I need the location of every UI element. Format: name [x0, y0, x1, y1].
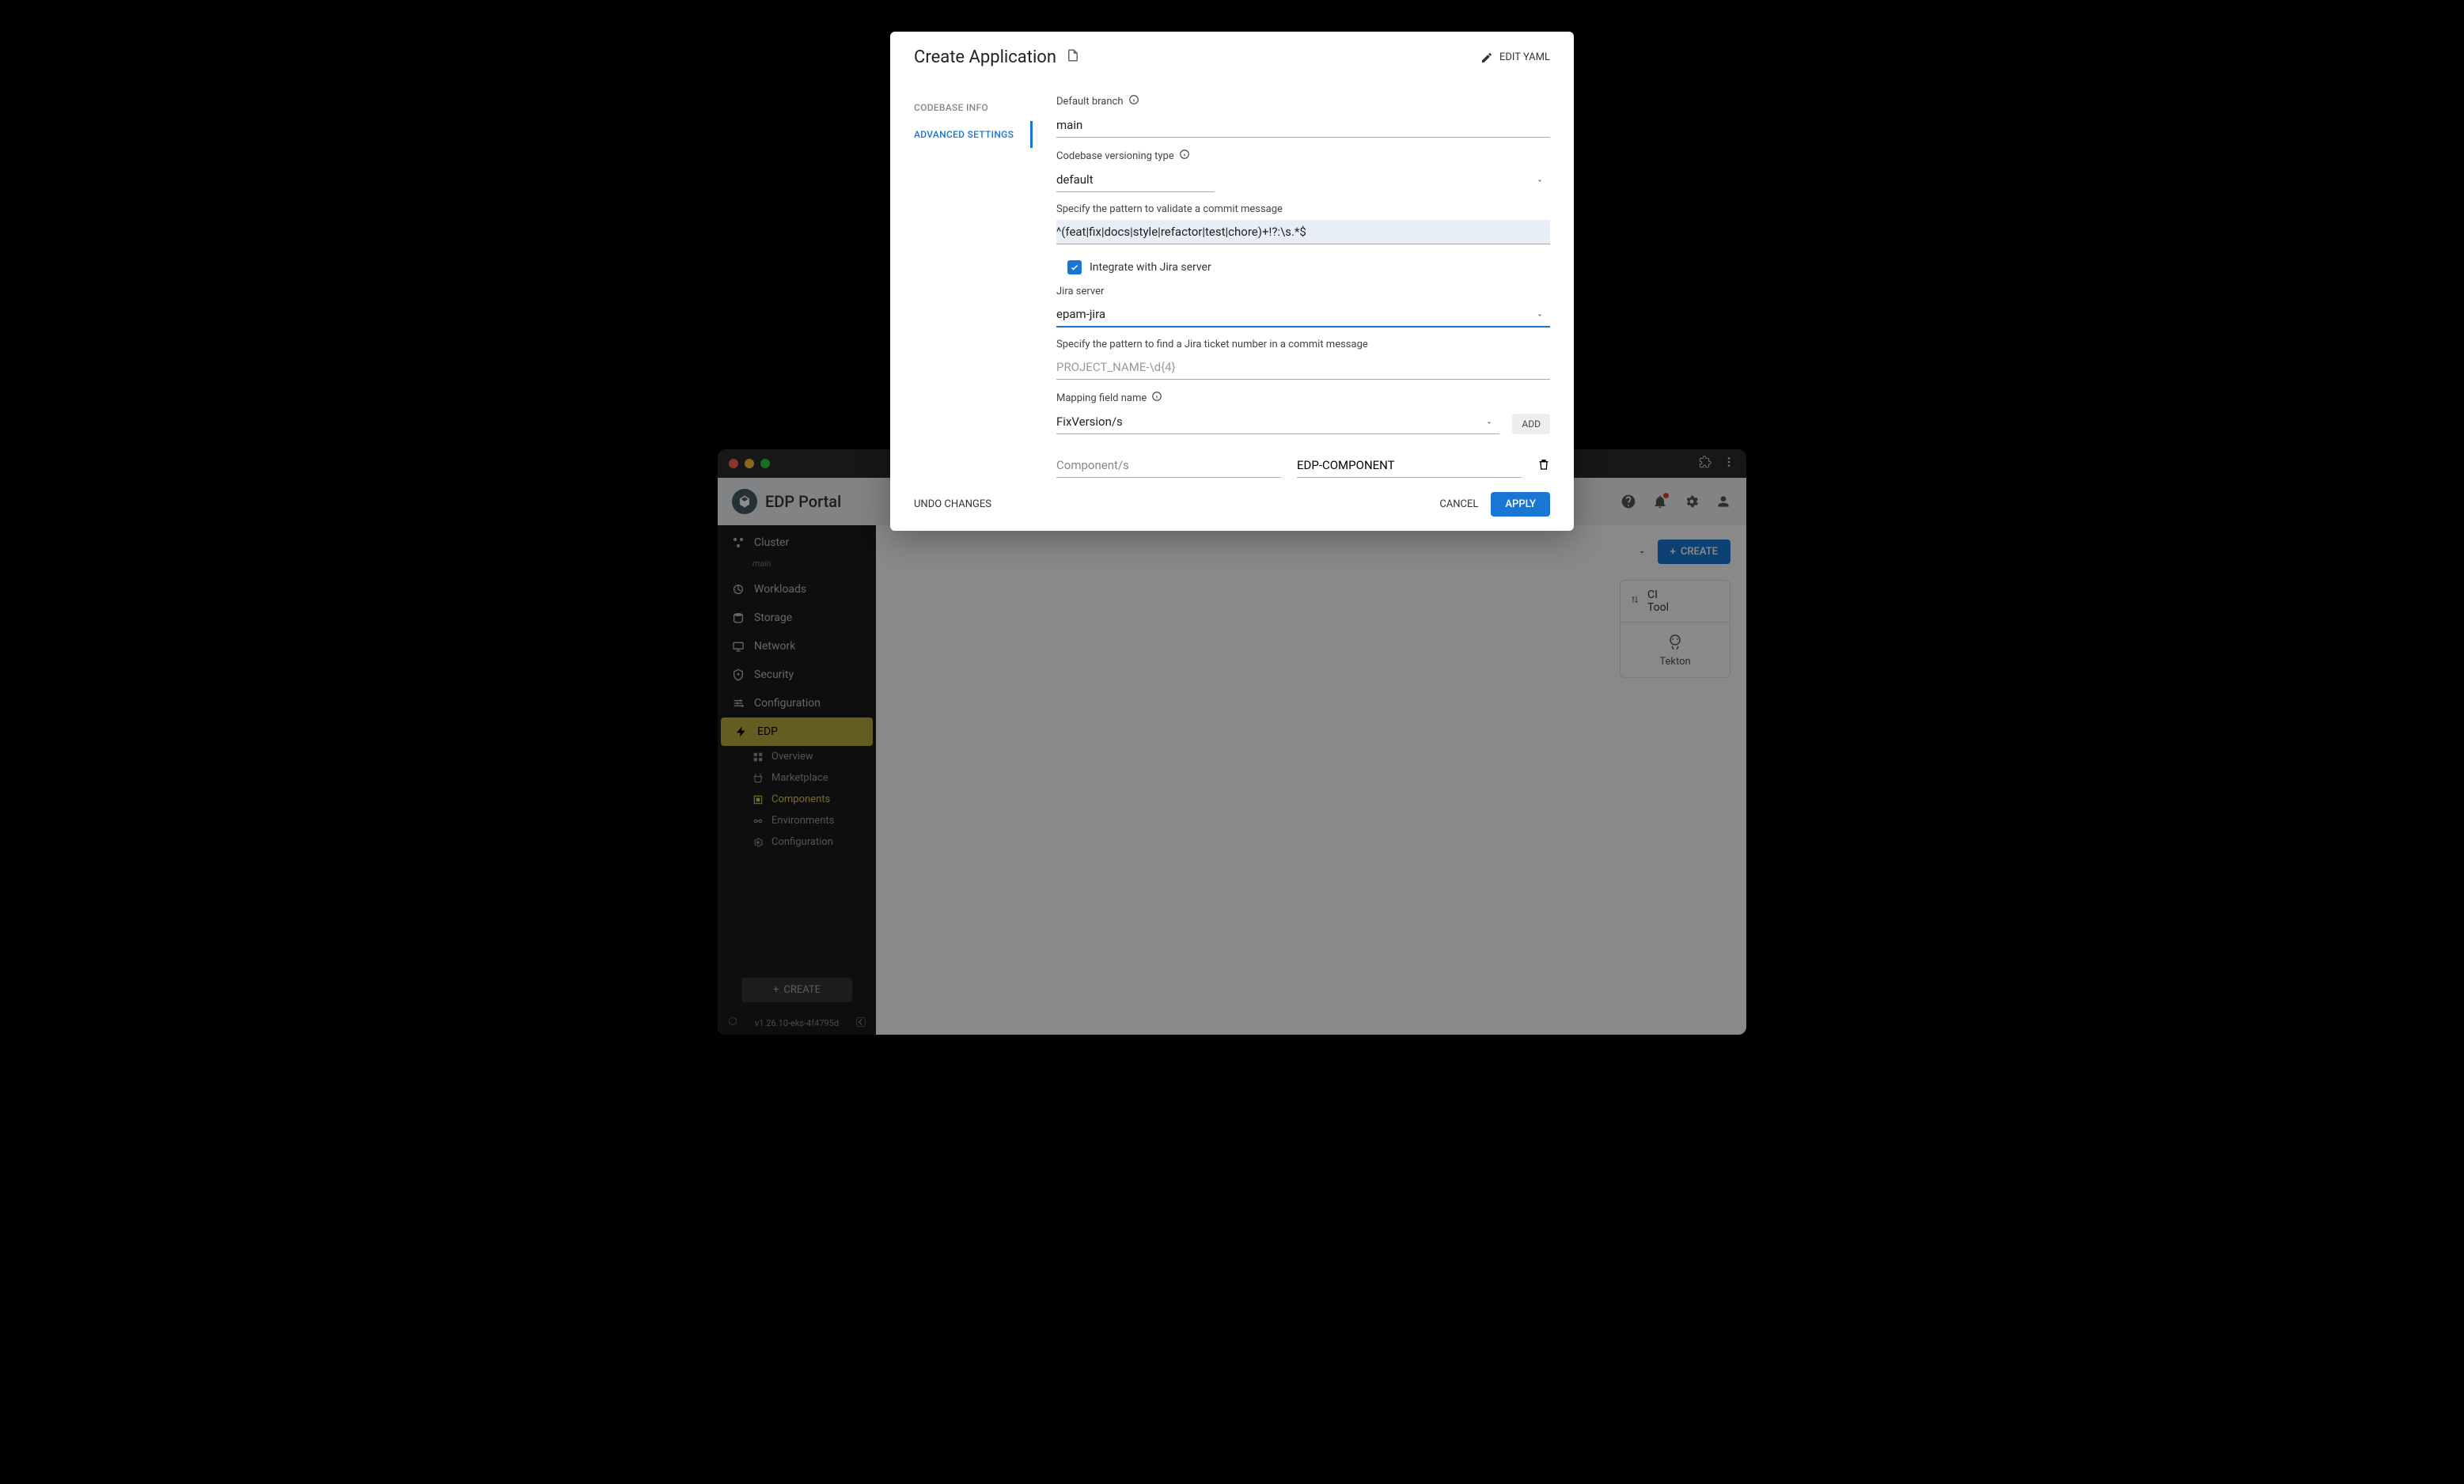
version-text: v1.26.10-eks-4f4795d	[755, 1018, 839, 1028]
sidebar-sub-label: Configuration	[771, 836, 833, 848]
sidebar-item-storage[interactable]: Storage	[718, 604, 876, 632]
undo-changes-button[interactable]: UNDO CHANGES	[914, 498, 991, 510]
help-icon[interactable]	[1620, 493, 1637, 510]
sidebar-sub-marketplace[interactable]: Marketplace	[718, 767, 876, 789]
ci-tool-card: CITool Tekton	[1620, 580, 1730, 678]
minimize-window[interactable]	[745, 459, 754, 468]
create-button[interactable]: +CREATE	[1658, 539, 1730, 564]
notification-icon[interactable]	[1651, 493, 1669, 510]
sidebar: Cluster main Workloads Storage Network S…	[718, 525, 876, 1035]
apply-button[interactable]: APPLY	[1491, 492, 1550, 517]
sidebar-item-workloads[interactable]: Workloads	[718, 575, 876, 604]
tekton-icon	[1630, 632, 1720, 651]
cancel-button[interactable]: CANCEL	[1439, 498, 1478, 510]
settings-icon[interactable]	[1683, 493, 1700, 510]
app-window: EDP Portal - Components EDP Portal Clust…	[718, 449, 1746, 1035]
sidebar-label: EDP	[757, 725, 778, 738]
ci-tool-name: Tekton	[1659, 656, 1690, 668]
main-area: EDP Portal Cluster main Workloads Storag…	[718, 478, 1746, 1035]
sidebar-item-cluster[interactable]: Cluster	[718, 528, 876, 557]
sidebar-label: Network	[754, 640, 795, 653]
sidebar-item-configuration[interactable]: Configuration	[718, 689, 876, 717]
brand-name: EDP Portal	[765, 492, 841, 511]
modal-tabs: CODEBASE INFO ADVANCED SETTINGS	[914, 449, 1033, 478]
sidebar-label: Storage	[754, 611, 792, 624]
traffic-lights	[729, 459, 770, 468]
sidebar-label: Configuration	[754, 697, 821, 710]
create-label: CREATE	[1681, 546, 1718, 558]
brand: EDP Portal	[732, 489, 841, 514]
sidebar-create-button[interactable]: +CREATE	[741, 978, 852, 1002]
sidebar-sub-components[interactable]: Components	[718, 789, 876, 810]
sidebar-sub-label: Marketplace	[771, 772, 828, 784]
delete-mapping-button[interactable]	[1537, 458, 1550, 474]
page-content: +CREATE CITool Tekton	[876, 525, 1746, 1035]
ci-title-2: Tool	[1647, 601, 1669, 614]
sidebar-create-label: CREATE	[783, 984, 821, 996]
mapping-value-input[interactable]	[1297, 453, 1522, 478]
sort-icon[interactable]	[1630, 595, 1640, 608]
sidebar-item-security[interactable]: Security	[718, 661, 876, 689]
ci-title-1: CI	[1647, 589, 1669, 601]
close-window[interactable]	[729, 459, 738, 468]
sidebar-sub-environments[interactable]: Environments	[718, 810, 876, 831]
collapse-icon[interactable]	[855, 1016, 866, 1030]
sidebar-item-network[interactable]: Network	[718, 632, 876, 661]
sidebar-label: Cluster	[754, 536, 789, 549]
extension-icon[interactable]	[1699, 456, 1712, 471]
sidebar-sub-overview[interactable]: Overview	[718, 746, 876, 767]
maximize-window[interactable]	[760, 459, 770, 468]
brand-icon	[732, 489, 757, 514]
sidebar-sub-label: Environments	[771, 815, 834, 827]
sidebar-sub-configuration[interactable]: Configuration	[718, 831, 876, 853]
dropdown-icon[interactable]	[1634, 544, 1650, 560]
notification-dot	[1663, 493, 1669, 498]
kube-icon	[727, 1016, 738, 1030]
mapping-key-input[interactable]	[1056, 453, 1281, 478]
sidebar-label: Security	[754, 668, 794, 681]
sidebar-item-edp[interactable]: EDP	[721, 717, 873, 746]
sidebar-sub-label: Components	[771, 793, 830, 805]
form-area: Default branch Codebase versioning type …	[1033, 449, 1574, 478]
create-application-modal: Create Application EDIT YAML CODEBASE IN…	[890, 449, 1574, 531]
sidebar-label: Workloads	[754, 583, 806, 596]
sidebar-sub-label: Overview	[771, 751, 813, 763]
more-icon[interactable]	[1723, 456, 1735, 471]
account-icon[interactable]	[1715, 493, 1732, 510]
sidebar-cluster-sublabel: main	[718, 557, 876, 575]
